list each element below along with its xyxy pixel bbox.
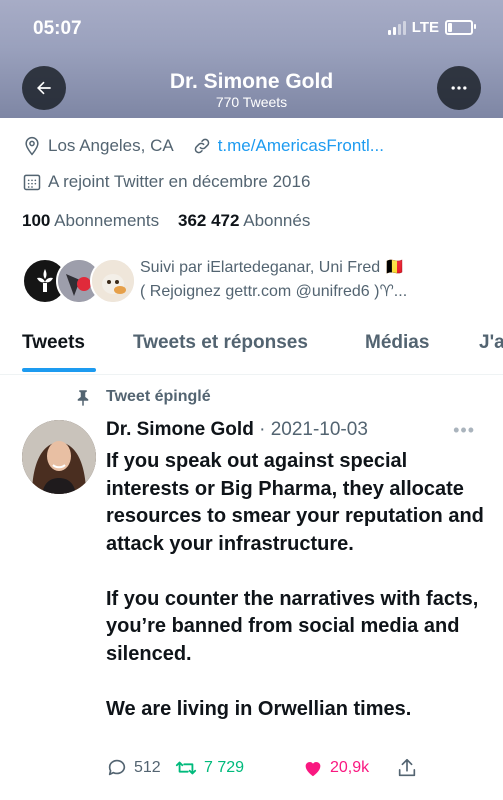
retweet-count: 7 729 <box>204 759 245 776</box>
tweet-more-icon[interactable]: ••• <box>453 420 475 441</box>
link-icon <box>194 138 209 154</box>
retweet-icon <box>175 761 197 775</box>
location-text: Los Angeles, CA <box>48 136 174 155</box>
like-count: 20,9k <box>330 759 370 776</box>
tab-likes[interactable]: J'a <box>479 332 503 354</box>
following-link[interactable]: 100 Abonnements <box>22 211 159 230</box>
followers-label: Abonnés <box>243 211 311 230</box>
active-tab-indicator <box>22 368 96 372</box>
following-label: Abonnements <box>54 211 160 230</box>
tweet-text: If you speak out against special interes… <box>106 450 484 720</box>
follower-avatar <box>90 258 136 304</box>
pinned-tweet-label: Tweet épinglé <box>72 388 211 406</box>
reply-icon <box>108 759 126 776</box>
pinned-text: Tweet épinglé <box>106 388 211 405</box>
status-indicators: LTE <box>387 19 476 36</box>
heart-icon <box>305 762 321 777</box>
profile-header: 05:07 LTE Dr. Simone Gold 770 Tweets <box>0 0 503 118</box>
battery-icon <box>445 20 476 35</box>
more-dots-icon <box>451 86 467 90</box>
network-label: LTE <box>411 19 439 36</box>
followers-you-know-avatars[interactable] <box>22 258 136 306</box>
profile-tabs: Tweets Tweets et réponses Médias J'a <box>0 318 503 375</box>
header-tweet-count: 770 Tweets <box>215 94 288 110</box>
following-count: 100 <box>22 211 51 230</box>
joined-text: A rejoint Twitter en décembre 2016 <box>48 172 311 191</box>
tweet-date[interactable]: · 2021-10-03 <box>259 419 368 440</box>
profile-website-link[interactable]: t.me/AmericasFrontl... <box>218 136 384 156</box>
tweet-actions: 512 7 729 20,9k <box>106 757 486 787</box>
reply-count: 512 <box>134 759 161 776</box>
joined-row: A rejoint Twitter en décembre 2016 <box>22 172 310 192</box>
status-time: 05:07 <box>33 18 82 39</box>
followers-link[interactable]: 362 472 Abonnés <box>178 211 310 230</box>
reply-button[interactable]: 512 <box>106 757 161 779</box>
header-name: Dr. Simone Gold <box>169 70 334 93</box>
location-link-row: Los Angeles, CA t.me/AmericasFrontl... <box>22 136 384 156</box>
followed-by-text[interactable]: Suivi par iElartedeganar, Uni Fred 🇧🇪 ( … <box>140 256 490 304</box>
tab-tweets-and-replies[interactable]: Tweets et réponses <box>133 332 308 354</box>
tweet-author-avatar[interactable] <box>22 420 96 494</box>
followers-count: 362 472 <box>177 211 240 230</box>
tweet-author-name[interactable]: Dr. Simone Gold <box>106 419 254 440</box>
tab-tweets[interactable]: Tweets <box>22 332 85 354</box>
calendar-icon <box>23 174 41 191</box>
followed-by-line: ( Rejoignez gettr.com @unifred6 )♈... <box>140 283 408 300</box>
retweet-button[interactable]: 7 729 <box>174 757 244 779</box>
location-icon <box>25 136 39 156</box>
like-button[interactable]: 20,9k <box>302 757 369 779</box>
share-button[interactable] <box>396 757 418 779</box>
follow-stats: 100 Abonnements 362 472 Abonnés <box>22 211 310 231</box>
pin-icon <box>77 390 89 406</box>
tweet-header: Dr. Simone Gold · 2021-10-03 <box>106 419 368 441</box>
followed-by-line: Suivi par iElartedeganar, Uni Fred 🇧🇪 <box>140 259 405 276</box>
tab-media[interactable]: Médias <box>365 332 429 354</box>
more-button[interactable] <box>437 66 481 110</box>
signal-icon <box>387 20 406 35</box>
share-icon <box>398 758 416 777</box>
